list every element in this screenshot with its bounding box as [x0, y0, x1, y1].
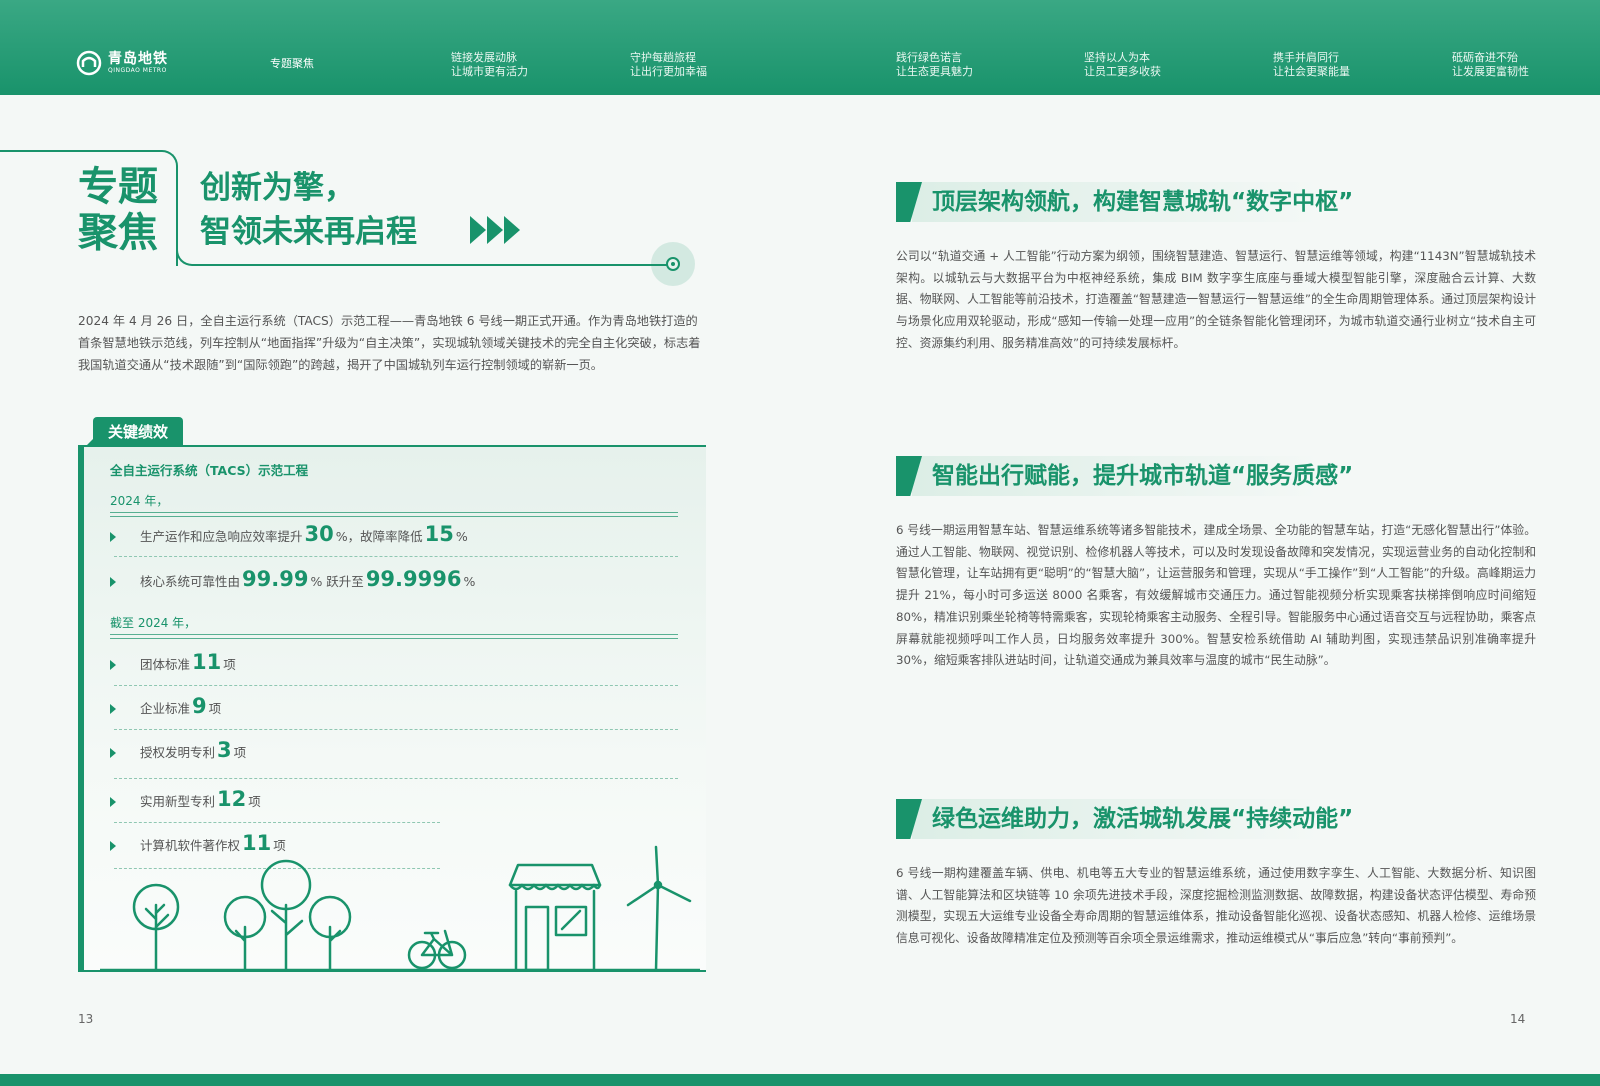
- kpi-year-label: 2024 年，: [110, 494, 169, 508]
- nav-item-employees[interactable]: 坚持以人为本 让员工更多收获: [1084, 51, 1161, 79]
- logo-name-cn: 青岛地铁: [108, 51, 168, 67]
- nav-item-development[interactable]: 链接发展动脉 让城市更有活力: [451, 51, 528, 79]
- bullet-triangle-icon: [110, 532, 116, 542]
- kpi-row: 生产运作和应急响应效率提升 30 %，故障率降低 15%: [110, 522, 468, 552]
- kpi-divider: [114, 685, 678, 686]
- kpi-divider: [114, 729, 678, 730]
- triple-arrow-icon: [470, 216, 521, 244]
- section-body: 6 号线一期运用智慧车站、智慧运维系统等诸多智能技术，建成全场景、全功能的智慧车…: [896, 523, 1536, 668]
- bullet-triangle-icon: [110, 660, 116, 670]
- section-title: 智能出行赋能，提升城市轨道“服务质感”: [932, 463, 1354, 489]
- bottom-bar: [0, 1074, 1600, 1086]
- bullet-triangle-icon: [110, 797, 116, 807]
- page-number-right: 14: [1510, 1012, 1526, 1026]
- wind-turbine-icon: [626, 845, 692, 972]
- kpi-year-label: 截至 2024 年，: [110, 616, 197, 630]
- section-body: 公司以“轨道交通 + 人工智能”行动方案为纲领，围绕智慧建造、智慧运行、智慧运维…: [896, 249, 1536, 350]
- kpi-row: 团体标准 11 项: [110, 650, 236, 680]
- bullet-triangle-icon: [110, 704, 116, 714]
- nav-item-society[interactable]: 携手并肩同行 让社会更聚能量: [1273, 51, 1350, 79]
- kpi-row: 企业标准 9 项: [110, 694, 221, 724]
- city-green-illustration: [100, 845, 700, 972]
- nav-item-green[interactable]: 践行绿色诺言 让生态更具魅力: [896, 51, 973, 79]
- intro-paragraph: 2024 年 4 月 26 日，全自主运行系统（TACS）示范工程——青岛地铁 …: [78, 314, 701, 372]
- bullet-triangle-icon: [110, 577, 116, 587]
- top-nav-bar: [0, 0, 1600, 95]
- kpi-heading: 全自主运行系统（TACS）示范工程: [110, 463, 309, 478]
- feature-label: 专题 聚焦: [78, 164, 158, 256]
- feature-title: 创新为擎， 智领未来再启程: [200, 170, 417, 250]
- qingdao-metro-logo[interactable]: 青岛地铁 QINGDAO METRO: [76, 50, 168, 76]
- tree-cluster-icon: [223, 859, 352, 972]
- nav-item-resilience[interactable]: 砥砺奋进不殆 让发展更富韧性: [1452, 51, 1529, 79]
- nav-item-travel[interactable]: 守护每趟旅程 让出行更加幸福: [630, 51, 707, 79]
- kpi-divider: [114, 556, 678, 557]
- section-title: 顶层架构领航，构建智慧城轨“数字中枢”: [932, 189, 1354, 215]
- bullet-triangle-icon: [110, 748, 116, 758]
- nav-item-feature[interactable]: 专题聚焦: [270, 57, 314, 71]
- kpi-tab: 关键绩效: [85, 417, 183, 447]
- kpi-row: 核心系统可靠性由 99.99% 跃升至 99.9996%: [110, 567, 475, 597]
- kpi-divider-double: [110, 634, 678, 639]
- page-number-left: 13: [78, 1012, 94, 1026]
- metro-logo-icon: [76, 50, 102, 76]
- title-dot-core: [671, 262, 675, 266]
- section-body: 6 号线一期构建覆盖车辆、供电、机电等五大专业的智慧运维系统，通过使用数字孪生、…: [896, 866, 1536, 946]
- kpi-divider-double: [110, 512, 678, 517]
- kpi-divider: [114, 778, 678, 779]
- bicycle-icon: [407, 929, 467, 970]
- section-title: 绿色运维助力，激活城轨发展“持续动能”: [932, 806, 1354, 832]
- title-frame-corner: [176, 236, 200, 266]
- title-underline: [198, 264, 672, 266]
- shop-icon: [508, 863, 602, 972]
- kpi-divider: [114, 822, 440, 823]
- kpi-row: 实用新型专利 12 项: [110, 787, 261, 817]
- kpi-row: 授权发明专利 3 项: [110, 738, 246, 768]
- round-tree-icon: [132, 883, 180, 972]
- logo-name-en: QINGDAO METRO: [108, 67, 167, 74]
